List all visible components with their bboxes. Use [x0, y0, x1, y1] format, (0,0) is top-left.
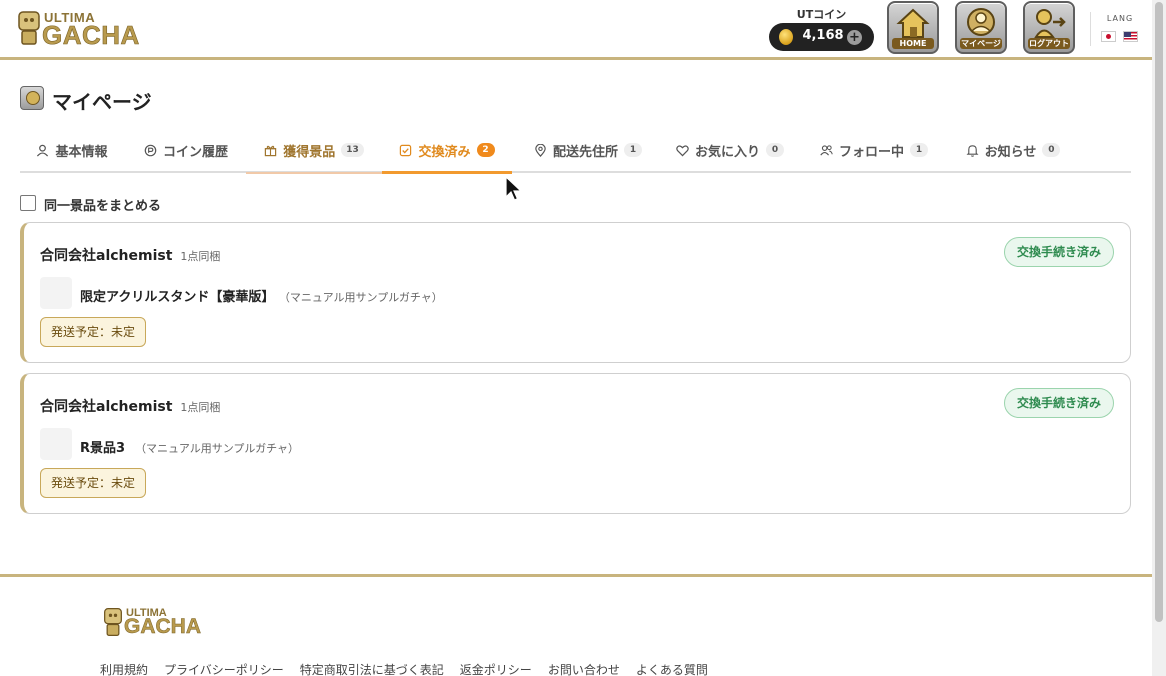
prize-source: （マニュアル用サンプルガチャ） [284, 291, 443, 304]
coin-icon [144, 144, 157, 156]
home-button[interactable]: HOME [887, 1, 939, 54]
tab-label: 基本情報 [55, 144, 108, 160]
bell-icon [966, 144, 979, 157]
site-header: ULTIMA GACHA UTコイン 4,168 + HOME マイページ ログ… [0, 0, 1152, 60]
merge-same-prizes-checkbox[interactable] [20, 195, 36, 211]
gift-icon [265, 145, 277, 156]
tab-basic-info[interactable]: 基本情報 [20, 128, 124, 172]
tab-notifications[interactable]: お知らせ 0 [958, 128, 1068, 172]
coin-icon [779, 29, 793, 45]
mypage-button-label: マイページ [960, 38, 1002, 49]
coin-pill[interactable]: 4,168 + [769, 23, 874, 51]
company-name: 合同会社alchemist [40, 248, 173, 264]
tab-label: 配送先住所 [552, 144, 618, 160]
footer-link-privacy[interactable]: プライバシーポリシー [164, 661, 284, 676]
scrollbar-thumb[interactable] [1155, 2, 1163, 622]
tab-count-badge: 2 [476, 143, 495, 157]
exchange-card: 合同会社alchemist 1点同梱 交換手続き済み 限定アクリルスタンド【豪華版… [20, 222, 1131, 363]
us-flag-icon[interactable] [1123, 31, 1138, 42]
mypage-button[interactable]: マイページ [955, 1, 1007, 54]
mypage-icon [967, 8, 995, 36]
site-footer: ULTIMA GACHA 利用規約 プライバシーポリシー 特定商取引法に基づく表… [0, 574, 1152, 676]
tab-following[interactable]: フォロー中 1 [814, 128, 934, 172]
prize-thumbnail [40, 428, 72, 460]
mypage-title-icon [20, 86, 44, 110]
card-company: 合同会社alchemist 1点同梱 [40, 396, 220, 416]
logout-button[interactable]: ログアウト [1023, 1, 1075, 54]
page-title: マイページ [52, 90, 152, 114]
footer-link-commerce-law[interactable]: 特定商取引法に基づく表記 [300, 661, 444, 676]
logout-icon [1034, 9, 1066, 38]
tab-label: フォロー中 [838, 144, 904, 160]
tab-shipping-address[interactable]: 配送先住所 1 [524, 128, 652, 172]
tab-count-badge: 13 [341, 143, 364, 157]
company-name: 合同会社alchemist [40, 399, 173, 415]
coin-label: UTコイン [796, 8, 847, 21]
mouse-cursor-icon [505, 176, 523, 201]
site-logo[interactable]: ULTIMA GACHA [16, 8, 148, 50]
shipping-status-badge: 発送予定：未定 [40, 468, 147, 498]
card-company: 合同会社alchemist 1点同梱 [40, 245, 220, 265]
footer-link-faq[interactable]: よくある質問 [636, 661, 708, 676]
home-button-label: HOME [892, 38, 934, 49]
prize-row: R景品3 （マニュアル用サンプルガチャ） [80, 437, 299, 456]
tab-coin-history[interactable]: コイン履歴 [132, 128, 240, 172]
tab-count-badge: 0 [766, 143, 784, 157]
exchange-card: 合同会社alchemist 1点同梱 交換手続き済み R景品3 （マニュアル用サンプ… [20, 373, 1131, 514]
tab-label: 獲得景品 [283, 144, 336, 160]
mascot-icon [104, 608, 122, 636]
map-pin-icon [535, 143, 546, 157]
footer-link-refund[interactable]: 返金ポリシー [460, 661, 532, 676]
person-icon [37, 144, 49, 156]
tab-count-badge: 1 [624, 143, 642, 157]
footer-logo-text-bottom: GACHA [124, 615, 202, 639]
users-icon [820, 144, 833, 155]
tab-favorites[interactable]: お気に入り 0 [668, 128, 792, 172]
coin-amount: 4,168 [802, 28, 844, 43]
tab-count-badge: 1 [910, 143, 928, 157]
status-badge: 交換手続き済み [1003, 388, 1114, 418]
bundle-count: 1点同梱 [180, 401, 221, 414]
lang-label: LANG [1106, 14, 1134, 23]
tab-label: お知らせ [984, 144, 1037, 160]
tab-won-prizes[interactable]: 獲得景品 13 [246, 128, 382, 174]
mypage-tabs: 基本情報 コイン履歴 獲得景品 13 交換済み 2 配送先住所 1 お気に入り … [20, 128, 1131, 174]
logout-button-label: ログアウト [1028, 38, 1070, 49]
language-switcher: LANG [1090, 12, 1140, 46]
heart-icon [676, 144, 689, 156]
tab-label: お気に入り [694, 144, 760, 160]
home-icon [896, 8, 930, 38]
bundle-count: 1点同梱 [180, 250, 221, 263]
shipping-status-badge: 発送予定：未定 [40, 317, 147, 347]
prize-row: 限定アクリルスタンド【豪華版】 （マニュアル用サンプルガチャ） [80, 286, 443, 305]
merge-same-prizes-label: 同一景品をまとめる [44, 199, 162, 214]
coin-balance: UTコイン 4,168 + [769, 6, 874, 52]
scrollbar[interactable] [1152, 0, 1166, 676]
tab-exchanged[interactable]: 交換済み 2 [382, 128, 512, 174]
check-square-icon [400, 144, 412, 156]
status-badge: 交換手続き済み [1003, 237, 1114, 267]
logo-text-bottom: GACHA [42, 20, 140, 51]
footer-links: 利用規約 プライバシーポリシー 特定商取引法に基づく表記 返金ポリシー お問い合… [100, 661, 708, 676]
tab-count-badge: 0 [1042, 143, 1061, 157]
footer-link-terms[interactable]: 利用規約 [100, 661, 148, 676]
prize-name: 限定アクリルスタンド【豪華版】 [80, 290, 275, 305]
tab-label: コイン履歴 [162, 144, 228, 160]
prize-thumbnail [40, 277, 72, 309]
footer-logo[interactable]: ULTIMA GACHA [102, 605, 212, 641]
footer-link-contact[interactable]: お問い合わせ [548, 661, 620, 676]
add-coin-button[interactable]: + [847, 30, 862, 45]
prize-source: （マニュアル用サンプルガチャ） [135, 442, 299, 455]
prize-name: R景品3 [80, 441, 126, 456]
japan-flag-icon[interactable] [1101, 31, 1116, 42]
mascot-icon [18, 11, 40, 45]
tab-label: 交換済み [418, 144, 471, 160]
